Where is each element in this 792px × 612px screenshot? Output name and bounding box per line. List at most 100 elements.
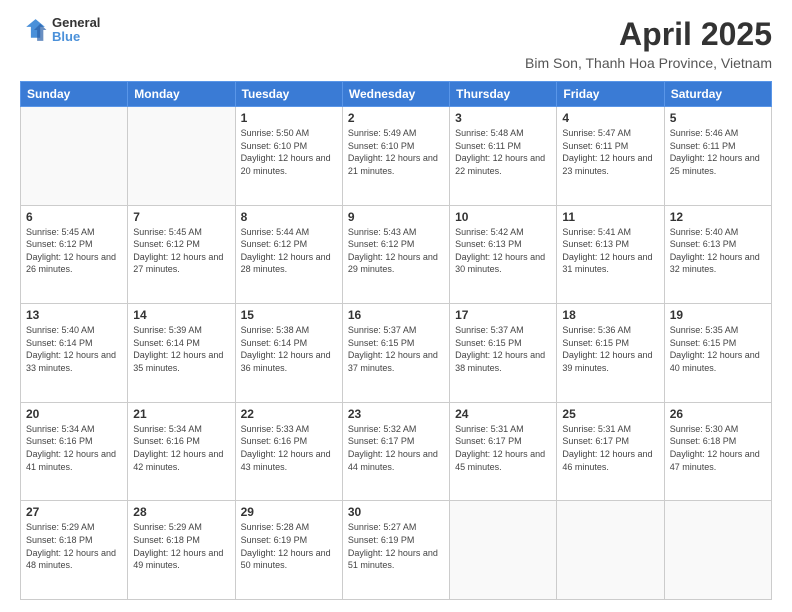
day-number: 2 bbox=[348, 111, 444, 125]
day-info: Sunrise: 5:39 AM Sunset: 6:14 PM Dayligh… bbox=[133, 324, 229, 374]
calendar-cell-w3-d4: 17 Sunrise: 5:37 AM Sunset: 6:15 PM Dayli… bbox=[450, 304, 557, 403]
calendar-week-1: 1 Sunrise: 5:50 AM Sunset: 6:10 PM Daylig… bbox=[21, 107, 772, 206]
calendar-cell-w5-d1: 28Sunrise: 5:29 AM Sunset: 6:18 PM Dayli… bbox=[128, 501, 235, 600]
col-friday: Friday bbox=[557, 82, 664, 107]
calendar-cell-w3-d3: 16 Sunrise: 5:37 AM Sunset: 6:15 PM Dayli… bbox=[342, 304, 449, 403]
calendar-week-2: 6 Sunrise: 5:45 AM Sunset: 6:12 PM Daylig… bbox=[21, 205, 772, 304]
calendar-cell-w2-d0: 6Sunrise: 5:45 AM Sunset: 6:12 PM Daylig… bbox=[21, 205, 128, 304]
day-number: 27 bbox=[26, 505, 122, 519]
calendar-cell-w1-d2: 1 Sunrise: 5:50 AM Sunset: 6:10 PM Daylig… bbox=[235, 107, 342, 206]
day-info: Sunrise: 5:47 AM Sunset: 6:11 PM Dayligh… bbox=[562, 127, 658, 177]
day-info: Sunrise: 5:31 AM Sunset: 6:17 PM Dayligh… bbox=[455, 423, 551, 473]
day-number: 9 bbox=[348, 210, 444, 224]
day-info: Sunrise: 5:34 AM Sunset: 6:16 PM Dayligh… bbox=[133, 423, 229, 473]
day-number: 26 bbox=[670, 407, 766, 421]
calendar-cell-w4-d4: 24 Sunrise: 5:31 AM Sunset: 6:17 PM Dayli… bbox=[450, 402, 557, 501]
day-number: 15 bbox=[241, 308, 337, 322]
calendar-cell-w2-d2: 8Sunrise: 5:44 AM Sunset: 6:12 PM Daylig… bbox=[235, 205, 342, 304]
day-info: Sunrise: 5:42 AM Sunset: 6:13 PM Dayligh… bbox=[455, 226, 551, 276]
calendar-cell-w1-d1 bbox=[128, 107, 235, 206]
day-number: 25 bbox=[562, 407, 658, 421]
day-number: 21 bbox=[133, 407, 229, 421]
day-info: Sunrise: 5:37 AM Sunset: 6:15 PM Dayligh… bbox=[455, 324, 551, 374]
calendar-cell-w3-d2: 15 Sunrise: 5:38 AM Sunset: 6:14 PM Dayli… bbox=[235, 304, 342, 403]
calendar-cell-w1-d4: 3 Sunrise: 5:48 AM Sunset: 6:11 PM Daylig… bbox=[450, 107, 557, 206]
calendar-week-4: 20 Sunrise: 5:34 AM Sunset: 6:16 PM Dayli… bbox=[21, 402, 772, 501]
logo: General Blue bbox=[20, 16, 100, 45]
day-info: Sunrise: 5:30 AM Sunset: 6:18 PM Dayligh… bbox=[670, 423, 766, 473]
day-info: Sunrise: 5:45 AM Sunset: 6:12 PM Dayligh… bbox=[133, 226, 229, 276]
col-wednesday: Wednesday bbox=[342, 82, 449, 107]
calendar-cell-w4-d2: 22 Sunrise: 5:33 AM Sunset: 6:16 PM Dayli… bbox=[235, 402, 342, 501]
day-number: 14 bbox=[133, 308, 229, 322]
day-info: Sunrise: 5:27 AM Sunset: 6:19 PM Dayligh… bbox=[348, 521, 444, 571]
day-info: Sunrise: 5:33 AM Sunset: 6:16 PM Dayligh… bbox=[241, 423, 337, 473]
calendar-cell-w2-d3: 9Sunrise: 5:43 AM Sunset: 6:12 PM Daylig… bbox=[342, 205, 449, 304]
calendar-cell-w5-d6 bbox=[664, 501, 771, 600]
calendar-cell-w1-d0 bbox=[21, 107, 128, 206]
title-section: April 2025 Bim Son, Thanh Hoa Province, … bbox=[525, 16, 772, 71]
calendar-cell-w4-d0: 20 Sunrise: 5:34 AM Sunset: 6:16 PM Dayli… bbox=[21, 402, 128, 501]
day-number: 20 bbox=[26, 407, 122, 421]
day-number: 22 bbox=[241, 407, 337, 421]
day-number: 8 bbox=[241, 210, 337, 224]
day-info: Sunrise: 5:29 AM Sunset: 6:18 PM Dayligh… bbox=[26, 521, 122, 571]
day-info: Sunrise: 5:28 AM Sunset: 6:19 PM Dayligh… bbox=[241, 521, 337, 571]
day-info: Sunrise: 5:35 AM Sunset: 6:15 PM Dayligh… bbox=[670, 324, 766, 374]
calendar-cell-w5-d3: 30 Sunrise: 5:27 AM Sunset: 6:19 PM Dayli… bbox=[342, 501, 449, 600]
calendar-header-row: Sunday Monday Tuesday Wednesday Thursday… bbox=[21, 82, 772, 107]
day-number: 10 bbox=[455, 210, 551, 224]
day-info: Sunrise: 5:50 AM Sunset: 6:10 PM Dayligh… bbox=[241, 127, 337, 177]
calendar-cell-w3-d5: 18 Sunrise: 5:36 AM Sunset: 6:15 PM Dayli… bbox=[557, 304, 664, 403]
day-info: Sunrise: 5:36 AM Sunset: 6:15 PM Dayligh… bbox=[562, 324, 658, 374]
col-sunday: Sunday bbox=[21, 82, 128, 107]
calendar-cell-w4-d6: 26 Sunrise: 5:30 AM Sunset: 6:18 PM Dayli… bbox=[664, 402, 771, 501]
day-number: 29 bbox=[241, 505, 337, 519]
day-info: Sunrise: 5:37 AM Sunset: 6:15 PM Dayligh… bbox=[348, 324, 444, 374]
logo-text: General Blue bbox=[52, 16, 100, 45]
calendar-cell-w4-d5: 25 Sunrise: 5:31 AM Sunset: 6:17 PM Dayli… bbox=[557, 402, 664, 501]
day-number: 28 bbox=[133, 505, 229, 519]
calendar-cell-w5-d5 bbox=[557, 501, 664, 600]
day-number: 30 bbox=[348, 505, 444, 519]
calendar-cell-w2-d1: 7 Sunrise: 5:45 AM Sunset: 6:12 PM Daylig… bbox=[128, 205, 235, 304]
calendar-cell-w4-d3: 23Sunrise: 5:32 AM Sunset: 6:17 PM Dayli… bbox=[342, 402, 449, 501]
day-number: 12 bbox=[670, 210, 766, 224]
day-number: 3 bbox=[455, 111, 551, 125]
calendar-cell-w5-d4 bbox=[450, 501, 557, 600]
day-number: 7 bbox=[133, 210, 229, 224]
calendar-cell-w2-d4: 10 Sunrise: 5:42 AM Sunset: 6:13 PM Dayli… bbox=[450, 205, 557, 304]
calendar-cell-w4-d1: 21 Sunrise: 5:34 AM Sunset: 6:16 PM Dayli… bbox=[128, 402, 235, 501]
calendar-week-3: 13 Sunrise: 5:40 AM Sunset: 6:14 PM Dayli… bbox=[21, 304, 772, 403]
day-number: 16 bbox=[348, 308, 444, 322]
day-number: 23 bbox=[348, 407, 444, 421]
day-number: 6 bbox=[26, 210, 122, 224]
day-number: 17 bbox=[455, 308, 551, 322]
day-number: 24 bbox=[455, 407, 551, 421]
day-number: 1 bbox=[241, 111, 337, 125]
logo-icon bbox=[20, 16, 48, 44]
location-title: Bim Son, Thanh Hoa Province, Vietnam bbox=[525, 55, 772, 71]
day-number: 4 bbox=[562, 111, 658, 125]
day-info: Sunrise: 5:38 AM Sunset: 6:14 PM Dayligh… bbox=[241, 324, 337, 374]
day-number: 18 bbox=[562, 308, 658, 322]
logo-line2: Blue bbox=[52, 30, 100, 44]
logo-line1: General bbox=[52, 16, 100, 30]
calendar-cell-w3-d0: 13 Sunrise: 5:40 AM Sunset: 6:14 PM Dayli… bbox=[21, 304, 128, 403]
day-info: Sunrise: 5:48 AM Sunset: 6:11 PM Dayligh… bbox=[455, 127, 551, 177]
col-monday: Monday bbox=[128, 82, 235, 107]
day-number: 13 bbox=[26, 308, 122, 322]
day-info: Sunrise: 5:40 AM Sunset: 6:14 PM Dayligh… bbox=[26, 324, 122, 374]
calendar-cell-w1-d3: 2Sunrise: 5:49 AM Sunset: 6:10 PM Daylig… bbox=[342, 107, 449, 206]
day-info: Sunrise: 5:31 AM Sunset: 6:17 PM Dayligh… bbox=[562, 423, 658, 473]
col-thursday: Thursday bbox=[450, 82, 557, 107]
page: General Blue April 2025 Bim Son, Thanh H… bbox=[0, 0, 792, 612]
col-saturday: Saturday bbox=[664, 82, 771, 107]
calendar-cell-w1-d5: 4 Sunrise: 5:47 AM Sunset: 6:11 PM Daylig… bbox=[557, 107, 664, 206]
calendar-cell-w2-d5: 11Sunrise: 5:41 AM Sunset: 6:13 PM Dayli… bbox=[557, 205, 664, 304]
day-number: 11 bbox=[562, 210, 658, 224]
day-number: 5 bbox=[670, 111, 766, 125]
calendar-cell-w1-d6: 5Sunrise: 5:46 AM Sunset: 6:11 PM Daylig… bbox=[664, 107, 771, 206]
day-info: Sunrise: 5:34 AM Sunset: 6:16 PM Dayligh… bbox=[26, 423, 122, 473]
calendar-cell-w2-d6: 12Sunrise: 5:40 AM Sunset: 6:13 PM Dayli… bbox=[664, 205, 771, 304]
